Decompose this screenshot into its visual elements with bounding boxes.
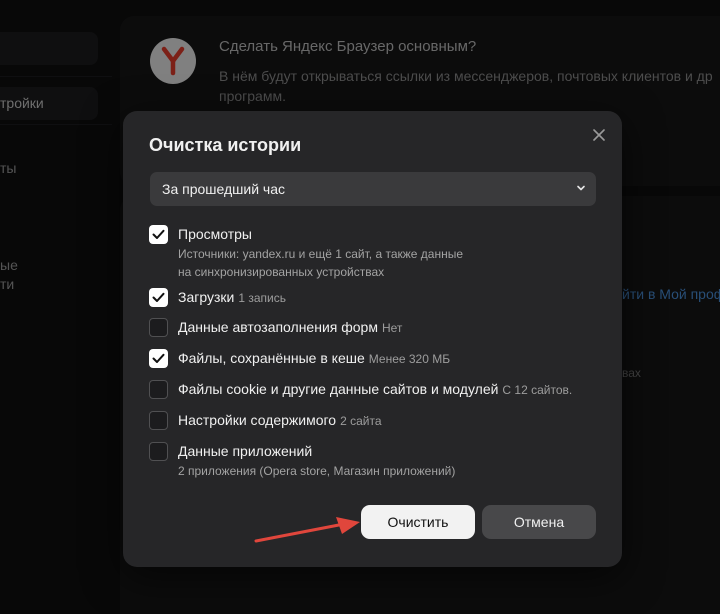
time-period-value: За прошедший час bbox=[162, 181, 286, 197]
option-description: 2 приложения (Opera store, Магазин прило… bbox=[178, 464, 456, 478]
option-label-text: Загрузки bbox=[178, 289, 235, 305]
option-hint: 1 запись bbox=[238, 291, 286, 305]
checkbox-content-settings[interactable] bbox=[149, 411, 168, 430]
check-icon bbox=[152, 229, 165, 239]
checkbox-downloads[interactable] bbox=[149, 288, 168, 307]
option-hint: С 12 сайтов. bbox=[502, 383, 573, 397]
option-label-text: Настройки содержимого bbox=[178, 412, 337, 428]
checkbox-browsing-history[interactable] bbox=[149, 225, 168, 244]
option-hint: Менее 320 МБ bbox=[368, 352, 451, 366]
option-label-text: Данные автозаполнения форм bbox=[178, 319, 378, 335]
option-description: на синхронизированных устройствах bbox=[178, 265, 385, 279]
chevron-down-icon bbox=[577, 185, 585, 191]
check-icon bbox=[152, 292, 165, 302]
checkbox-app-data[interactable] bbox=[149, 442, 168, 461]
option-hint: Нет bbox=[381, 321, 403, 335]
annotation-arrow-icon bbox=[254, 517, 360, 543]
option-label: Загрузки 1 запись bbox=[178, 289, 286, 305]
clear-history-dialog: Очистка истории За прошедший час Просмот… bbox=[123, 111, 622, 567]
option-hint: 2 сайта bbox=[340, 414, 382, 428]
close-button[interactable] bbox=[589, 125, 609, 145]
option-label-text: Данные приложений bbox=[178, 443, 313, 459]
check-icon bbox=[152, 353, 165, 363]
option-label: Файлы, сохранённые в кеше Менее 320 МБ bbox=[178, 350, 450, 366]
option-label: Файлы cookie и другие данные сайтов и мо… bbox=[178, 381, 572, 397]
option-description: Источники: yandex.ru и ещё 1 сайт, а так… bbox=[178, 247, 463, 261]
time-period-select[interactable]: За прошедший час bbox=[150, 172, 596, 206]
option-label-text: Файлы cookie и другие данные сайтов и мо… bbox=[178, 381, 499, 397]
option-label-text: Файлы, сохранённые в кеше bbox=[178, 350, 365, 366]
option-label: Данные автозаполнения форм Нет bbox=[178, 319, 402, 335]
option-label: Данные приложений bbox=[178, 443, 312, 459]
cancel-button[interactable]: Отмена bbox=[482, 505, 596, 539]
option-label: Просмотры bbox=[178, 226, 252, 242]
option-label: Настройки содержимого 2 сайта bbox=[178, 412, 382, 428]
checkbox-autofill[interactable] bbox=[149, 318, 168, 337]
checkbox-cookies[interactable] bbox=[149, 380, 168, 399]
close-icon bbox=[593, 129, 605, 141]
dialog-title: Очистка истории bbox=[149, 135, 302, 155]
clear-button[interactable]: Очистить bbox=[361, 505, 475, 539]
checkbox-cache[interactable] bbox=[149, 349, 168, 368]
option-label-text: Просмотры bbox=[178, 226, 252, 242]
